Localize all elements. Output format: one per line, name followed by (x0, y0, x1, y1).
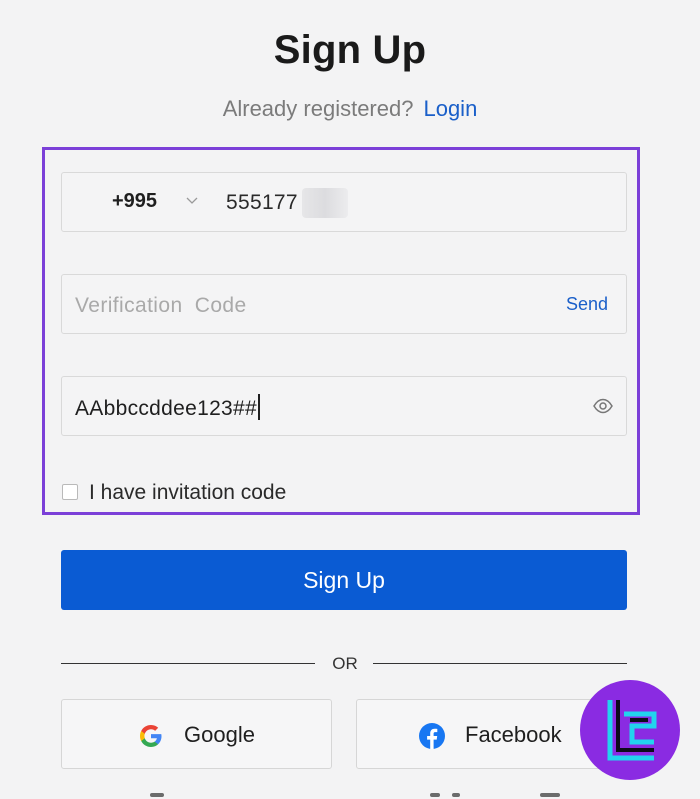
login-prompt: Already registered? Login (0, 96, 700, 122)
password-field[interactable]: AAbbccddee123## (61, 376, 627, 436)
country-code-select[interactable]: +995 (112, 190, 157, 213)
tradingfinder-logo (580, 680, 680, 780)
password-input[interactable]: AAbbccddee123## (75, 394, 260, 421)
page-title: Sign Up (273, 28, 427, 72)
signup-button[interactable]: Sign Up (61, 550, 627, 610)
chevron-down-icon[interactable] (185, 193, 199, 207)
google-label: Google (184, 722, 255, 747)
already-registered-text: Already registered? (222, 96, 414, 121)
facebook-label: Facebook (465, 722, 562, 747)
divider-right (373, 663, 627, 664)
invitation-code-checkbox[interactable] (62, 484, 78, 500)
logo-mark (607, 700, 657, 761)
password-value: AAbbccddee123## (75, 397, 257, 420)
login-link[interactable]: Login (423, 96, 477, 121)
google-icon (140, 725, 162, 747)
divider-left (61, 663, 315, 664)
eye-icon[interactable] (592, 395, 614, 417)
google-signin-button[interactable]: Google (61, 699, 332, 769)
phone-field[interactable]: +995 555177 (61, 172, 627, 232)
verification-code-input[interactable]: Verification Code (75, 294, 247, 318)
verification-code-field[interactable]: Verification Code Send (61, 274, 627, 334)
cropped-footer-text (0, 790, 700, 799)
send-code-button[interactable]: Send (566, 294, 608, 315)
or-divider-label: OR (332, 654, 358, 673)
invitation-code-label[interactable]: I have invitation code (89, 481, 286, 505)
text-caret (258, 394, 260, 420)
facebook-icon (419, 723, 445, 749)
redacted-digits (302, 188, 348, 218)
phone-number-input[interactable]: 555177 (226, 191, 298, 215)
